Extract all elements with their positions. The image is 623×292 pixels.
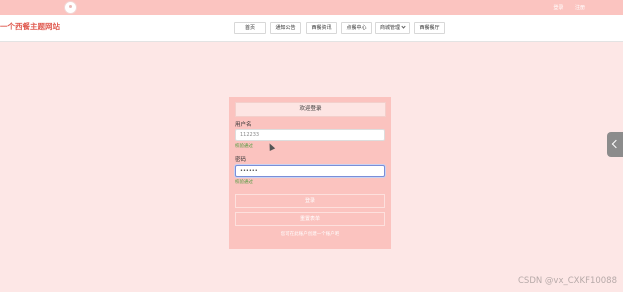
username-label: 用户名 [235, 122, 252, 128]
chevron-down-icon [401, 24, 406, 29]
password-input[interactable]: •••••• [235, 165, 385, 177]
avatar[interactable] [64, 1, 77, 14]
nav-notices[interactable]: 通知公告 [270, 22, 301, 34]
site-title: 一个西餐主题网站 [0, 22, 60, 31]
nav-shop-management[interactable]: 商城管理 [375, 22, 410, 34]
nav-order-center[interactable]: 点餐中心 [341, 22, 372, 34]
header: 一个西餐主题网站 首页 通知公告 西餐资讯 点餐中心 商城管理 西餐餐厅 [0, 15, 623, 42]
register-link[interactable]: 注册 [575, 5, 585, 11]
login-title: 欢迎登录 [235, 102, 386, 117]
nav-home[interactable]: 首页 [234, 22, 266, 34]
username-hint: 校验通过 [235, 144, 253, 149]
login-link[interactable]: 登录 [553, 5, 563, 11]
reset-button[interactable]: 重置表单 [235, 212, 385, 226]
password-label: 密码 [235, 157, 247, 163]
username-input[interactable]: 112233 [235, 129, 385, 141]
watermark: CSDN @vx_CXKF10088 [517, 276, 617, 286]
login-button[interactable]: 登录 [235, 194, 385, 208]
top-bar: 登录 注册 [0, 0, 623, 15]
nav-restaurant[interactable]: 西餐餐厅 [414, 22, 445, 34]
login-card: 欢迎登录 用户名 112233 校验通过 密码 •••••• 校验通过 登录 重… [229, 97, 391, 249]
create-account-link[interactable]: 您可在此账户创建一个账户吧 [229, 231, 391, 237]
password-hint: 校验通过 [235, 180, 253, 185]
chevron-left-icon [611, 139, 621, 149]
top-links: 登录 注册 [543, 4, 585, 11]
side-collapse-tab[interactable] [607, 132, 623, 157]
nav-news[interactable]: 西餐资讯 [306, 22, 337, 34]
